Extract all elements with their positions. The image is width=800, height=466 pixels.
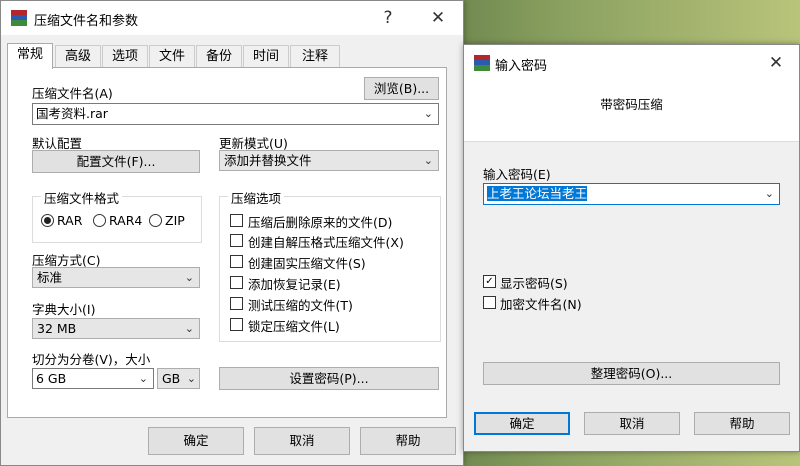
option-checkbox[interactable] [230, 318, 243, 331]
title-bar: 压缩文件名和参数 ? ✕ [1, 1, 463, 35]
chevron-down-icon: ⌄ [184, 322, 194, 335]
general-tab-pane: 压缩文件名(A) 浏览(B)... 国考资料.rar ⌄ 默认配置 配置文件(F… [7, 67, 447, 418]
archive-params-window: 压缩文件名和参数 ? ✕ 常规 高级 选项 文件 备份 时间 注释 压缩文件名(… [0, 0, 464, 466]
radio-rar4[interactable] [93, 214, 106, 227]
option-delete-after-label[interactable]: 压缩后删除原来的文件(D) [248, 212, 392, 231]
archive-name-combo[interactable]: 国考资料.rar ⌄ [32, 103, 439, 125]
chevron-down-icon[interactable]: ⌄ [424, 104, 433, 124]
tab-options[interactable]: 选项 [102, 45, 148, 68]
encrypt-names-checkbox[interactable] [483, 296, 496, 309]
tab-general[interactable]: 常规 [7, 43, 53, 69]
tab-backup[interactable]: 备份 [196, 45, 242, 68]
tab-comment[interactable]: 注释 [290, 45, 340, 68]
options-group: 压缩选项 压缩后删除原来的文件(D) 创建自解压格式压缩文件(X) 创建固实压缩… [219, 188, 441, 342]
browse-button[interactable]: 浏览(B)... [364, 77, 439, 100]
option-checkbox[interactable] [230, 255, 243, 268]
winrar-icon [11, 10, 27, 26]
help-icon[interactable]: ? [365, 1, 411, 35]
radio-zip[interactable] [149, 214, 162, 227]
cancel-button[interactable]: 取消 [584, 412, 680, 435]
update-mode-select[interactable]: 添加并替换文件 ⌄ [219, 150, 439, 171]
dialog-header: 带密码压缩 [600, 97, 663, 112]
chevron-down-icon: ⌄ [184, 271, 194, 284]
password-input[interactable]: 上老王论坛当老王 ⌄ [483, 183, 780, 205]
radio-zip-label[interactable]: ZIP [165, 213, 185, 228]
chevron-down-icon: ⌄ [186, 372, 196, 385]
split-unit-select[interactable]: GB ⌄ [157, 368, 200, 389]
option-solid-label[interactable]: 创建固实压缩文件(S) [248, 253, 366, 272]
archive-name-value: 国考资料.rar [36, 106, 108, 121]
tab-files[interactable]: 文件 [149, 45, 195, 68]
split-size-value: 6 GB [36, 371, 67, 386]
option-checkbox[interactable] [230, 234, 243, 247]
option-test-label[interactable]: 测试压缩的文件(T) [248, 295, 353, 314]
format-group: 压缩文件格式 RAR RAR4 ZIP [32, 188, 202, 243]
encrypt-names-label[interactable]: 加密文件名(N) [500, 294, 582, 313]
header-divider [464, 141, 799, 142]
split-label: 切分为分卷(V)，大小 [32, 352, 151, 367]
chevron-down-icon: ⌄ [423, 154, 433, 167]
set-password-button[interactable]: 设置密码(P)... [219, 367, 439, 390]
dict-select[interactable]: 32 MB ⌄ [32, 318, 200, 339]
dict-value: 32 MB [37, 321, 77, 336]
password-label: 输入密码(E) [483, 167, 551, 182]
help-button[interactable]: 帮助 [360, 427, 456, 455]
radio-rar4-label[interactable]: RAR4 [109, 213, 142, 228]
split-size-combo[interactable]: 6 GB ⌄ [32, 368, 154, 389]
option-recovery-label[interactable]: 添加恢复记录(E) [248, 274, 341, 293]
radio-rar-label[interactable]: RAR [57, 213, 82, 228]
option-checkbox[interactable] [230, 214, 243, 227]
show-password-checkbox[interactable]: ✓ [483, 275, 496, 288]
close-icon[interactable]: ✕ [753, 45, 799, 81]
radio-rar[interactable] [41, 214, 54, 227]
winrar-icon [474, 55, 490, 71]
update-mode-value: 添加并替换文件 [224, 153, 312, 168]
title-bar: 输入密码 ✕ [464, 45, 799, 81]
dict-label: 字典大小(I) [32, 302, 96, 317]
archive-name-label: 压缩文件名(A) [32, 86, 113, 101]
help-button[interactable]: 帮助 [694, 412, 790, 435]
chevron-down-icon[interactable]: ⌄ [765, 184, 774, 204]
password-value: 上老王论坛当老王 [487, 186, 588, 201]
chevron-down-icon[interactable]: ⌄ [139, 369, 148, 388]
option-sfx-label[interactable]: 创建自解压格式压缩文件(X) [248, 232, 404, 251]
split-unit-value: GB [162, 371, 181, 386]
option-lock-label[interactable]: 锁定压缩文件(L) [248, 316, 340, 335]
dialog-title: 输入密码 [495, 59, 548, 74]
cancel-button[interactable]: 取消 [254, 427, 350, 455]
tab-time[interactable]: 时间 [243, 45, 289, 68]
option-checkbox[interactable] [230, 297, 243, 310]
option-checkbox[interactable] [230, 276, 243, 289]
tab-advanced[interactable]: 高级 [55, 45, 101, 68]
method-select[interactable]: 标准 ⌄ [32, 267, 200, 288]
profile-button[interactable]: 配置文件(F)... [32, 150, 200, 173]
format-group-title: 压缩文件格式 [41, 188, 123, 207]
ok-button[interactable]: 确定 [148, 427, 244, 455]
password-dialog: 输入密码 ✕ 带密码压缩 输入密码(E) 上老王论坛当老王 ⌄ ✓ 显示密码(S… [463, 44, 800, 452]
ok-button[interactable]: 确定 [474, 412, 570, 435]
close-icon[interactable]: ✕ [415, 1, 461, 35]
options-group-title: 压缩选项 [228, 188, 285, 207]
show-password-label[interactable]: 显示密码(S) [500, 273, 568, 292]
window-title: 压缩文件名和参数 [34, 14, 139, 29]
organize-passwords-button[interactable]: 整理密码(O)... [483, 362, 780, 385]
method-value: 标准 [37, 270, 63, 285]
header-band: 带密码压缩 [464, 81, 799, 141]
